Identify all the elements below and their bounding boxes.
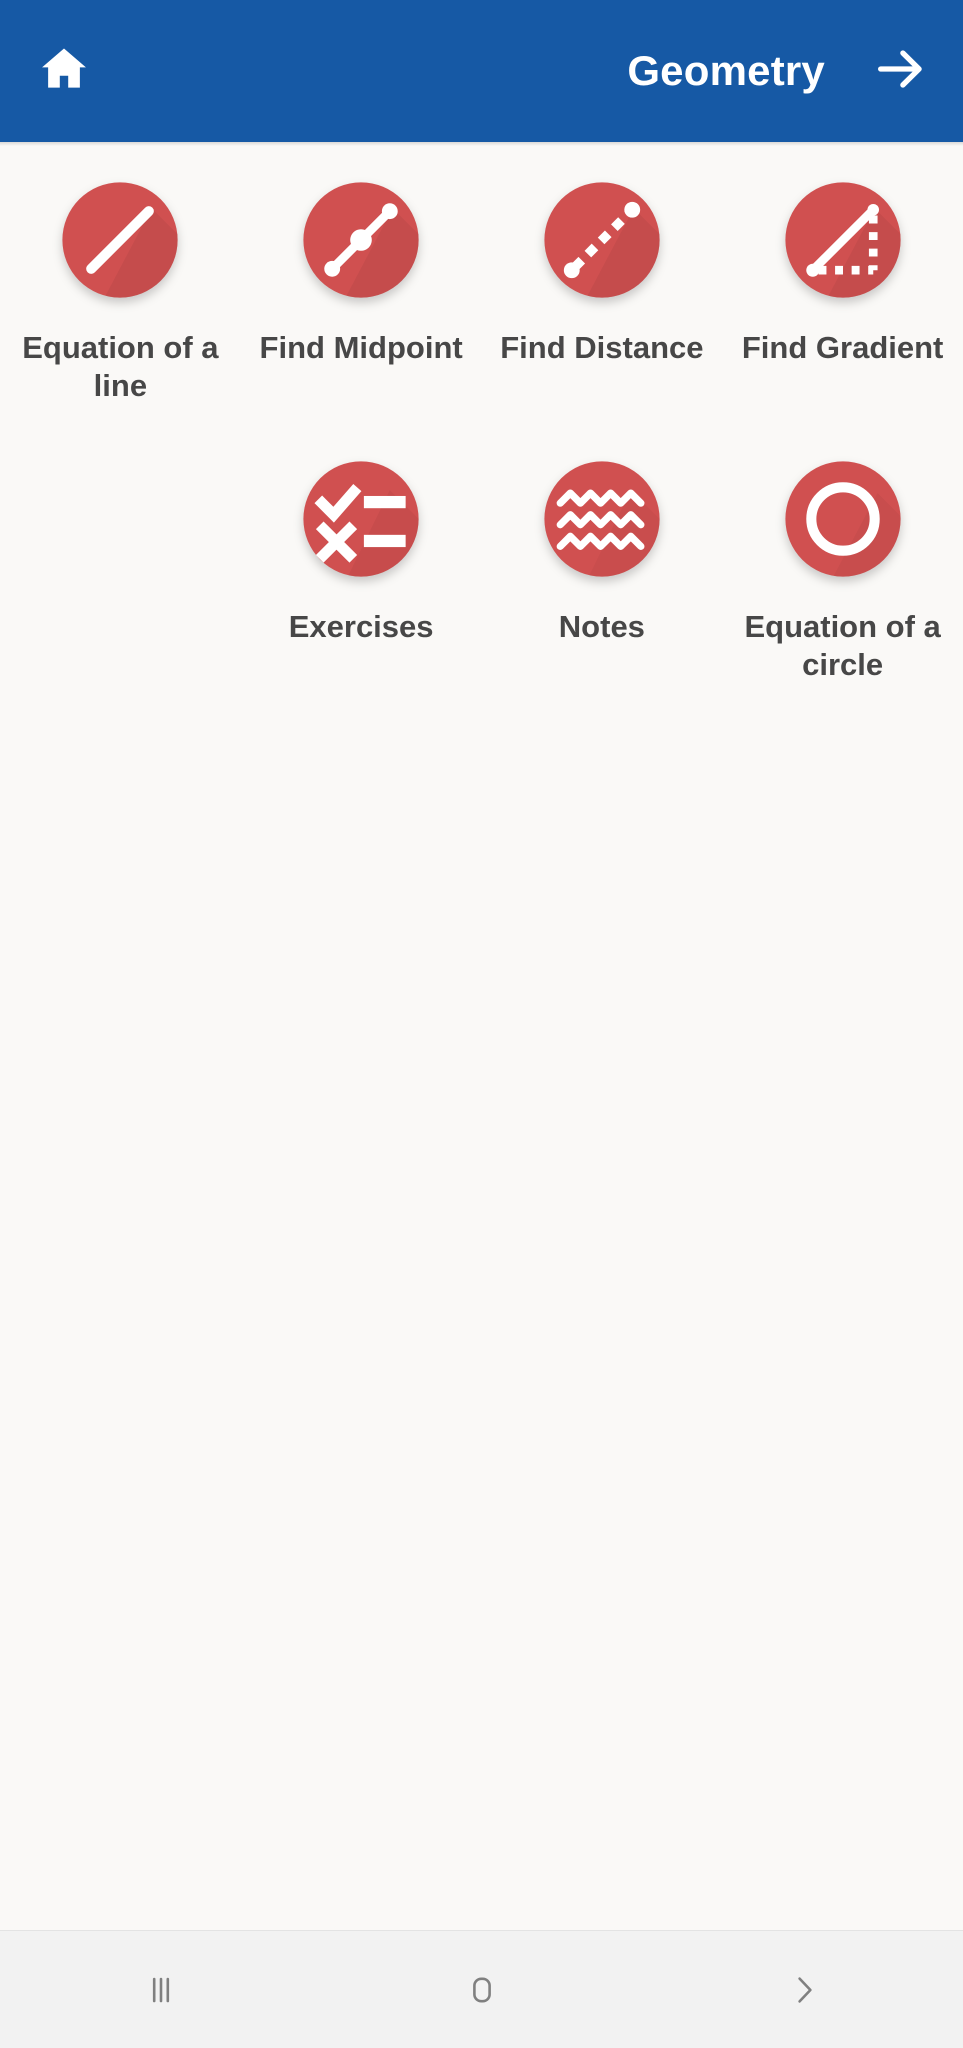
tile-empty-slot [0, 431, 241, 684]
tile-equation-of-a-line[interactable]: Equation of a line [0, 152, 241, 405]
zigzag-lines-icon [530, 447, 674, 591]
tile-label: Find Midpoint [259, 330, 463, 365]
next-button[interactable] [871, 42, 929, 100]
tile-label: Exercises [288, 609, 434, 645]
tile-label: Equation of a line [22, 330, 219, 404]
app-screen: Geometry Equation of a line Find Midpoin… [0, 0, 963, 2048]
tile-label: Find Gradient [741, 330, 944, 365]
home-button[interactable] [36, 43, 92, 99]
tile-find-midpoint[interactable]: Find Midpoint [241, 152, 482, 405]
tile-find-distance[interactable]: Find Distance [482, 152, 723, 405]
app-bar: Geometry [0, 0, 963, 142]
tile-label: Equation of a circle [744, 609, 941, 683]
back-chevron-icon [779, 1966, 827, 2014]
tile-label: Find Distance [500, 330, 704, 365]
page-title: Geometry [627, 47, 825, 94]
diagonal-line-icon [48, 168, 192, 312]
back-button[interactable] [642, 1931, 963, 2048]
tile-notes[interactable]: Notes [482, 431, 723, 684]
dashed-line-icon [530, 168, 674, 312]
gradient-triangle-icon [771, 168, 915, 312]
home-icon [36, 41, 92, 102]
app-bar-shadow [0, 142, 963, 146]
tile-grid: Equation of a line Find Midpoint Find Di… [0, 152, 963, 685]
tile-equation-of-a-circle[interactable]: Equation of a circle [722, 431, 963, 684]
circle-outline-icon [771, 447, 915, 591]
recent-apps-button[interactable] [0, 1931, 321, 2048]
content-area: Equation of a line Find Midpoint Find Di… [0, 146, 963, 1930]
arrow-right-icon [871, 40, 929, 103]
system-navigation-bar [0, 1930, 963, 2048]
tile-find-gradient[interactable]: Find Gradient [722, 152, 963, 405]
tile-label: Notes [558, 609, 645, 645]
line-with-midpoint-icon [289, 168, 433, 312]
tile-exercises[interactable]: Exercises [241, 431, 482, 684]
home-square-icon [458, 1966, 506, 2014]
recent-apps-icon [137, 1966, 185, 2014]
checklist-icon [289, 447, 433, 591]
home-square-button[interactable] [321, 1931, 642, 2048]
